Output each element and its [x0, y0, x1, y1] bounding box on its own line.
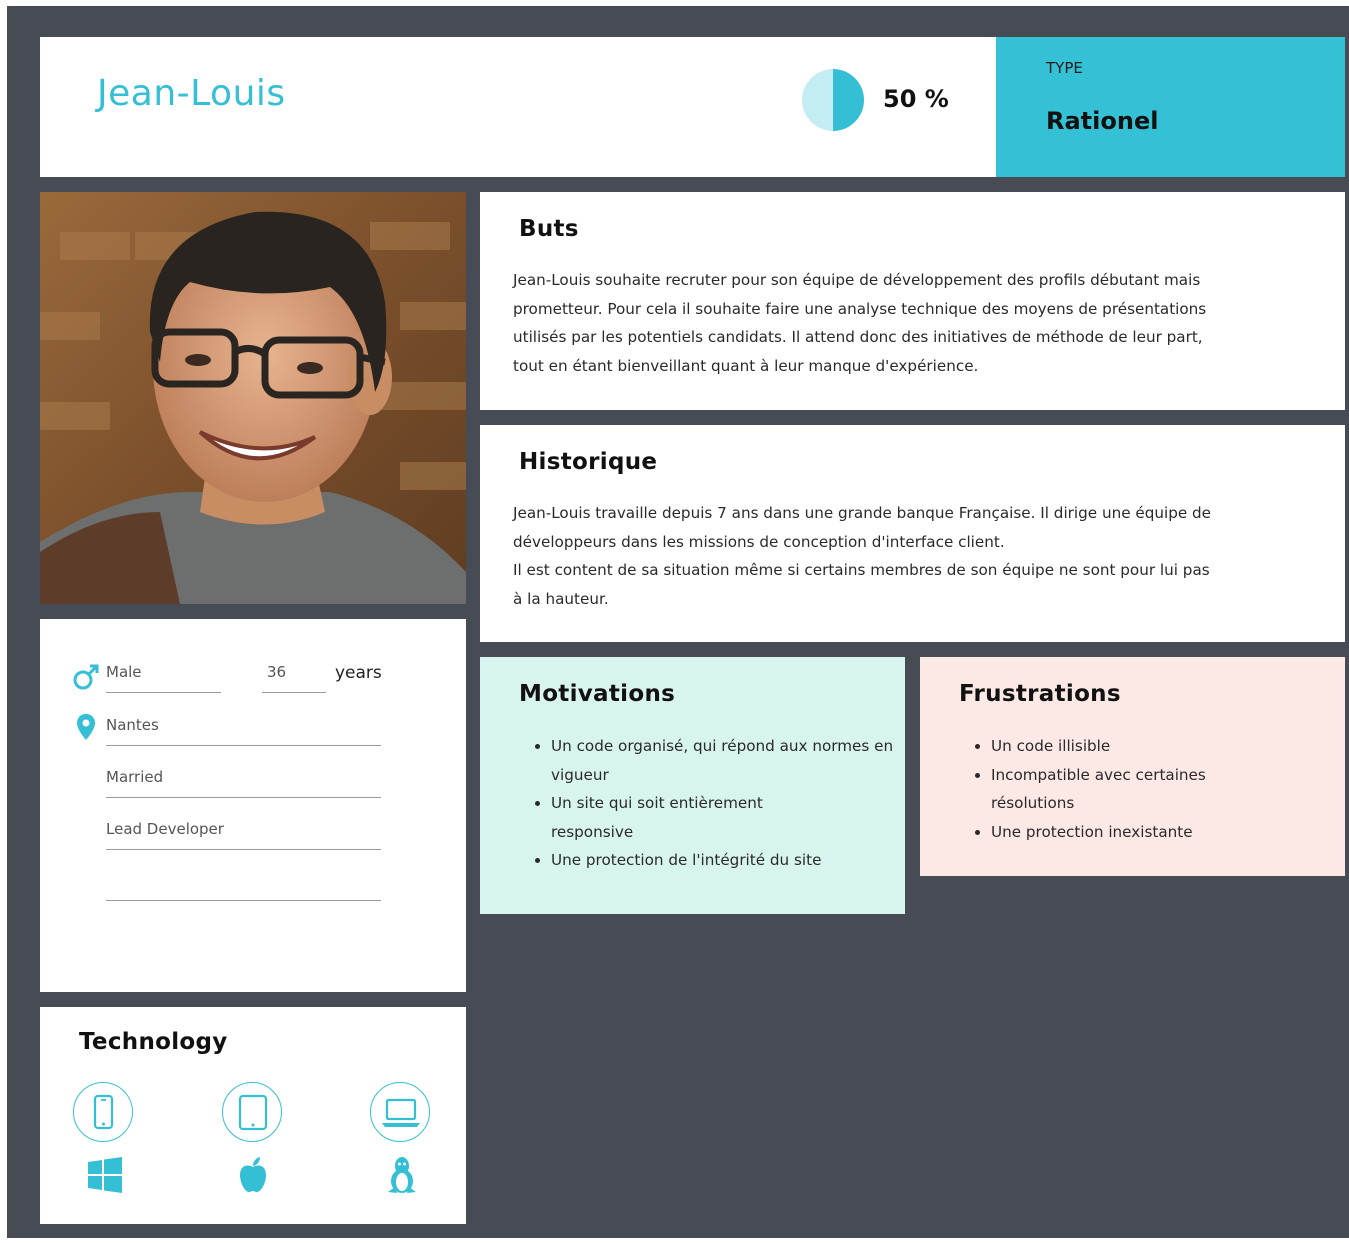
age-unit-label: years [335, 663, 382, 683]
windows-icon [88, 1157, 122, 1193]
goals-line: utilisés par les potentiels candidats. I… [513, 328, 1203, 346]
technology-card: Technology [40, 1007, 466, 1224]
male-symbol-icon [73, 664, 99, 690]
persona-info-panel: Male 36 years Nantes Married Lead Develo… [40, 619, 466, 992]
portrait-image [40, 192, 466, 604]
gender-field[interactable]: Male [106, 663, 221, 693]
linux-icon [388, 1157, 416, 1193]
completion-pie-fill [833, 69, 864, 131]
frustrations-list: Un code illisible Incompatible avec cert… [969, 732, 1291, 846]
technology-title: Technology [79, 1029, 228, 1055]
type-label: TYPE [1046, 59, 1083, 77]
motivations-list: Un code organisé, qui répond aux normes … [529, 732, 896, 875]
apple-icon [240, 1157, 266, 1192]
history-line: Il est content de sa situation même si c… [513, 561, 1210, 579]
gender-value: Male [106, 663, 142, 681]
job-value: Lead Developer [106, 820, 224, 838]
frustrations-card: Frustrations Un code illisible Incompati… [920, 657, 1345, 876]
history-title: Historique [519, 449, 658, 475]
completion-percentage: 50 % [883, 85, 949, 113]
smartphone-icon [73, 1082, 133, 1142]
list-item: Incompatible avec certaines résolutions [991, 761, 1291, 818]
goals-line: tout en étant bienveillant quant à leur … [513, 356, 979, 375]
type-value: Rationel [1046, 107, 1159, 135]
age-field[interactable]: 36 [262, 663, 326, 693]
goals-line: prometteur. Pour cela il souhaite faire … [513, 299, 1207, 318]
frustrations-title: Frustrations [959, 681, 1121, 707]
completion-pie-chart [802, 69, 864, 131]
list-item: Une protection de l'intégrité du site [551, 846, 896, 875]
persona-photo [40, 192, 466, 604]
persona-type-panel: TYPE Rationel [996, 37, 1345, 177]
history-card: Historique Jean-Louis travaille depuis 7… [480, 425, 1345, 642]
list-item: Un code illisible [991, 732, 1291, 761]
list-item: Un site qui soit entièrement responsive [551, 789, 896, 846]
city-value: Nantes [106, 716, 159, 734]
laptop-icon [370, 1082, 430, 1142]
city-field[interactable]: Nantes [106, 716, 381, 746]
motivations-card: Motivations Un code organisé, qui répond… [480, 657, 905, 914]
history-text: Jean-Louis travaille depuis 7 ans dans u… [513, 499, 1211, 613]
persona-name: Jean-Louis [97, 73, 286, 114]
tablet-icon [222, 1082, 282, 1142]
goals-text: Jean-Louis souhaite recruter pour son éq… [513, 266, 1206, 380]
goals-title: Buts [519, 216, 579, 242]
extra-field[interactable] [106, 871, 381, 901]
persona-header: Jean-Louis 50 % [40, 37, 996, 177]
status-value: Married [106, 768, 164, 786]
goals-card: Buts Jean-Louis souhaite recruter pour s… [480, 192, 1345, 410]
status-field[interactable]: Married [106, 768, 381, 798]
motivations-title: Motivations [519, 681, 676, 707]
history-line: à la hauteur. [513, 589, 609, 608]
location-pin-icon [77, 714, 95, 740]
history-line: Jean-Louis travaille depuis 7 ans dans u… [513, 504, 1211, 522]
age-value: 36 [267, 663, 287, 681]
list-item: Un code organisé, qui répond aux normes … [551, 732, 896, 789]
history-line: développeurs dans les missions de concep… [513, 532, 1005, 551]
list-item: Une protection inexistante [991, 818, 1291, 847]
goals-line: Jean-Louis souhaite recruter pour son éq… [513, 271, 1201, 289]
job-field[interactable]: Lead Developer [106, 820, 381, 850]
